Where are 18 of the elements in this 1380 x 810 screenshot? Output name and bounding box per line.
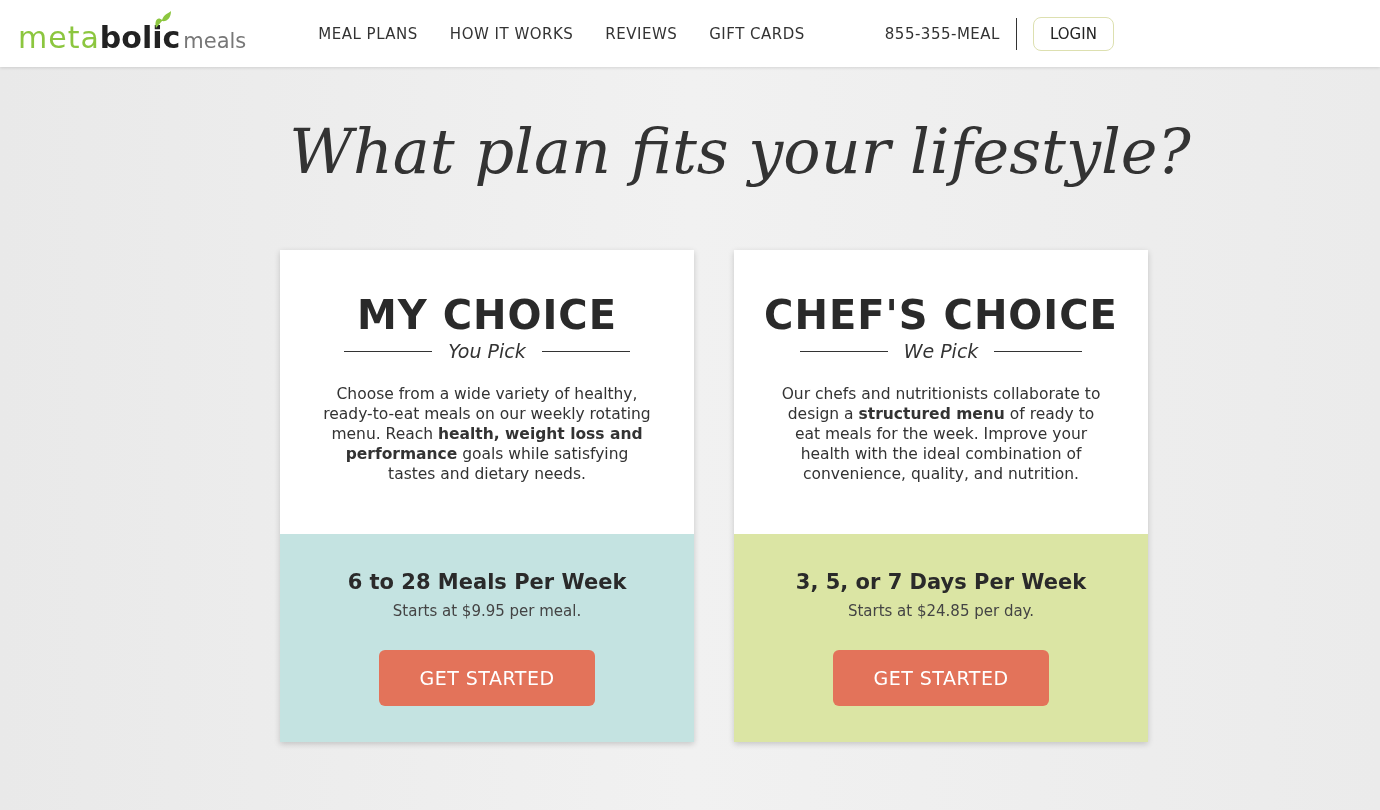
plan-offer: 6 to 28 Meals Per Week [347, 570, 627, 594]
plan-price: Starts at $9.95 per meal. [392, 602, 582, 620]
plan-description: Choose from a wide variety of healthy, ready-to-eat meals on our weekly rotating menu. Reach health, weight loss and performance goals while satisfying tastes and dietary needs. [322, 384, 652, 484]
plan-offer: 3, 5, or 7 Days Per Week [795, 570, 1087, 594]
plan-subtitle: We Pick [903, 340, 979, 362]
nav-link[interactable]: REVIEWS [605, 24, 678, 43]
nav-link[interactable]: HOW IT WORKS [449, 24, 574, 43]
plan-title: MY CHOICE [356, 292, 618, 338]
headline: What plan fits your lifestyle? [289, 115, 1191, 188]
plan-price: Starts at $24.85 per day. [847, 602, 1035, 620]
nav-link[interactable]: MEAL PLANS [318, 24, 418, 43]
plan-subtitle: You Pick [448, 340, 526, 362]
login-button[interactable]: LOGIN [1032, 16, 1114, 51]
plan-title: CHEF'S CHOICE [764, 292, 1118, 338]
phone-number: 855-355-MEAL [884, 24, 1000, 43]
nav-link[interactable]: GIFT CARDS [709, 24, 805, 43]
plan-description: Our chefs and nutritionists collaborate to design a structured menu of ready to eat meals for the week. Improve your health with the ideal combination of convenience, quality, and nutrition. [780, 384, 1102, 484]
logo[interactable]: metabolic meals [18, 12, 247, 55]
